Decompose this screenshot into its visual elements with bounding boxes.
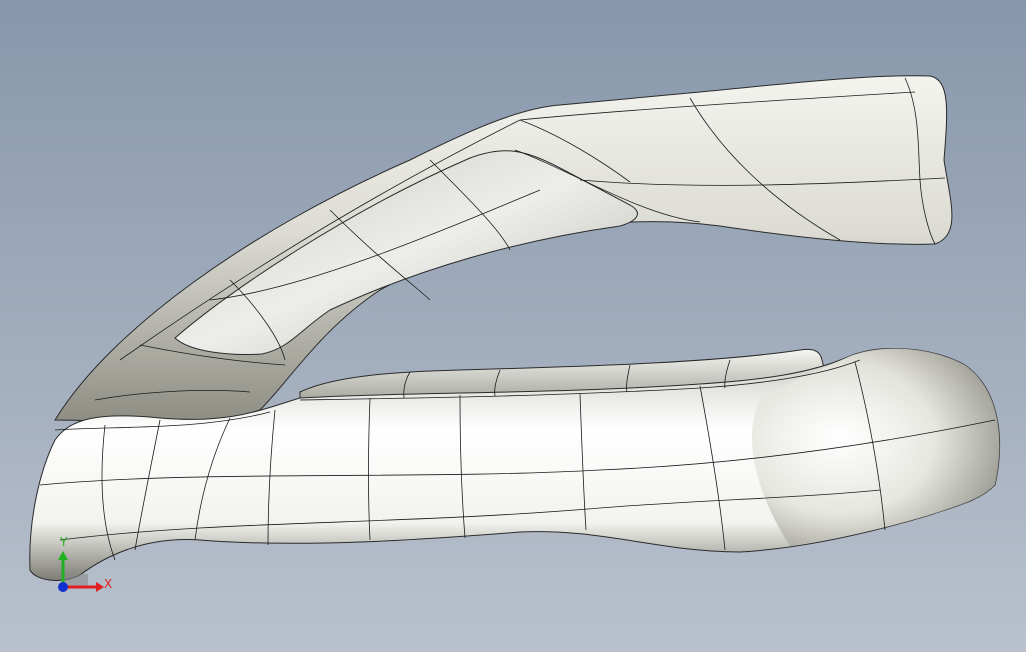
graphics-viewport[interactable]: X Y xyxy=(0,0,1026,652)
model-view[interactable]: X Y xyxy=(0,0,1026,652)
z-axis-dot xyxy=(58,582,68,592)
x-axis-arrow xyxy=(96,582,104,592)
x-axis-label: X xyxy=(104,577,112,591)
y-axis-label: Y xyxy=(59,535,68,549)
